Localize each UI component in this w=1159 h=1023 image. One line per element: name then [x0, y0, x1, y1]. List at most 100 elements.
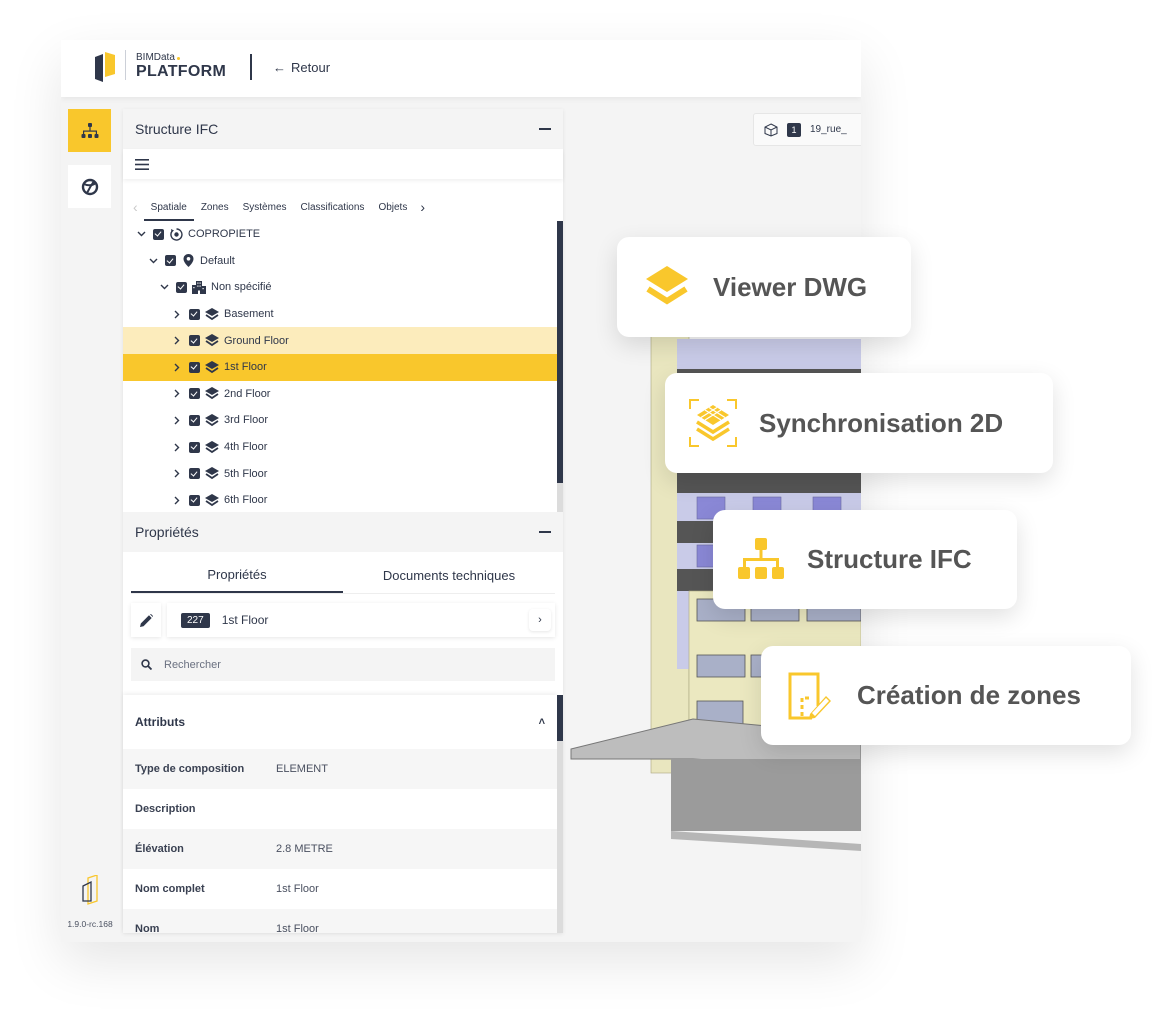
- app-window: BIMData PLATFORM ← Retour 1.9.0-rc.168 S…: [61, 40, 861, 942]
- chevron-down-icon[interactable]: [135, 231, 147, 237]
- visibility-checkbox[interactable]: [189, 308, 200, 320]
- chevron-down-icon[interactable]: [158, 284, 170, 290]
- chevron-right-icon[interactable]: [171, 389, 183, 398]
- feature-card-synchronisation-2d: Synchronisation 2D: [665, 373, 1053, 473]
- attribute-value: 2.8 METRE: [276, 843, 333, 855]
- properties-tabs: Propriétés Documents techniques: [131, 558, 555, 594]
- structure-menu-row: [123, 149, 563, 179]
- spatial-tree: COPROPIETE Default Non spécifié Basement Gro…: [123, 221, 563, 512]
- tab-spatiale[interactable]: Spatiale: [143, 202, 194, 221]
- tree-item[interactable]: Basement: [123, 301, 563, 328]
- selected-element: 227 1st Floor ›: [167, 603, 555, 637]
- back-label: Retour: [291, 60, 331, 75]
- model-globe-icon: [81, 178, 98, 195]
- tab-proprietes[interactable]: Propriétés: [131, 558, 343, 593]
- tree-item[interactable]: 6th Floor: [123, 487, 563, 512]
- attribute-value: 1st Floor: [276, 883, 319, 895]
- tree-item[interactable]: 3rd Floor: [123, 407, 563, 434]
- tab-documents-techniques[interactable]: Documents techniques: [343, 558, 555, 593]
- tab-systemes[interactable]: Systèmes: [236, 202, 294, 221]
- tree-item[interactable]: 2nd Floor: [123, 381, 563, 408]
- hamburger-menu-icon[interactable]: [135, 158, 149, 170]
- structure-panel-title: Structure IFC: [135, 121, 219, 137]
- tab-objets[interactable]: Objets: [371, 202, 414, 221]
- attributes-header[interactable]: Attributs ˄: [123, 695, 557, 749]
- site-icon: [169, 227, 183, 241]
- tree-item[interactable]: 5th Floor: [123, 460, 563, 487]
- building-icon: [192, 280, 206, 294]
- visibility-checkbox[interactable]: [189, 388, 200, 400]
- visibility-checkbox[interactable]: [189, 361, 200, 373]
- attribute-row: Élévation 2.8 METRE: [123, 829, 557, 869]
- layers-icon: [205, 493, 219, 507]
- back-button[interactable]: ← Retour: [273, 60, 330, 75]
- location-pin-icon: [181, 254, 195, 268]
- tabs-scroll-left-icon[interactable]: ‹: [133, 199, 138, 221]
- pencil-icon: [139, 613, 153, 627]
- chevron-right-icon[interactable]: [171, 469, 183, 478]
- tree-item[interactable]: 1st Floor: [123, 353, 563, 381]
- tree-item[interactable]: COPROPIETE: [123, 221, 563, 248]
- feature-label: Structure IFC: [807, 544, 972, 574]
- attribute-key: Élévation: [135, 843, 184, 855]
- properties-search: [131, 648, 555, 681]
- visibility-checkbox[interactable]: [189, 468, 200, 480]
- attribute-row: Description: [123, 789, 557, 829]
- logo-divider: [125, 50, 126, 80]
- layers-icon: [205, 334, 219, 348]
- attribute-key: Type de composition: [135, 763, 245, 775]
- app-version: 1.9.0-rc.168: [67, 919, 113, 929]
- tree-item-label: Ground Floor: [224, 334, 289, 347]
- feature-label: Création de zones: [857, 680, 1081, 710]
- app-version-logo-icon: [82, 875, 98, 905]
- arrow-left-icon: ←: [273, 60, 286, 75]
- visibility-checkbox[interactable]: [189, 414, 200, 426]
- feature-label: Viewer DWG: [713, 271, 868, 302]
- brand-product: PLATFORM: [136, 63, 227, 80]
- collapse-properties-button[interactable]: [539, 531, 551, 533]
- tree-item-label: 1st Floor: [224, 361, 267, 374]
- visibility-checkbox[interactable]: [176, 281, 187, 293]
- header-divider: [250, 54, 252, 80]
- tree-item-label: 4th Floor: [224, 441, 268, 454]
- collapse-structure-button[interactable]: [539, 128, 551, 130]
- element-next-button[interactable]: ›: [529, 609, 551, 631]
- visibility-checkbox[interactable]: [165, 255, 176, 267]
- element-id-badge: 227: [181, 612, 210, 628]
- tab-classifications[interactable]: Classifications: [294, 202, 372, 221]
- chevron-down-icon[interactable]: [147, 258, 159, 264]
- attributes-title: Attributs: [135, 715, 185, 729]
- visibility-checkbox[interactable]: [189, 335, 200, 347]
- top-bar: BIMData PLATFORM ← Retour: [61, 40, 861, 97]
- zone-edit-icon: [787, 672, 835, 720]
- visibility-checkbox[interactable]: [153, 228, 164, 240]
- chevron-right-icon[interactable]: [171, 443, 183, 452]
- tab-zones[interactable]: Zones: [194, 202, 236, 221]
- chevron-right-icon[interactable]: [171, 336, 183, 345]
- tree-item[interactable]: Ground Floor: [123, 327, 563, 354]
- edit-button[interactable]: [131, 603, 161, 637]
- visibility-checkbox[interactable]: [189, 494, 200, 506]
- tree-item-label: 6th Floor: [224, 494, 268, 507]
- chevron-right-icon[interactable]: [171, 310, 183, 319]
- tree-item[interactable]: 4th Floor: [123, 434, 563, 461]
- tree-item-label: Default: [200, 254, 235, 267]
- chevron-right-icon[interactable]: [171, 363, 183, 372]
- tabs-scroll-right-icon[interactable]: ›: [420, 199, 425, 221]
- visibility-checkbox[interactable]: [189, 441, 200, 453]
- brand-name: BIMData: [136, 52, 180, 63]
- attribute-row: Type de composition ELEMENT: [123, 749, 557, 789]
- tree-item-label: COPROPIETE: [188, 228, 261, 241]
- structure-panel-header: Structure IFC: [123, 109, 563, 149]
- tree-item[interactable]: Default: [123, 248, 563, 275]
- tree-item-label: 3rd Floor: [224, 414, 269, 427]
- element-name: 1st Floor: [221, 613, 269, 627]
- sidebar-viewer-button[interactable]: [68, 165, 111, 208]
- tree-item[interactable]: Non spécifié: [123, 274, 563, 301]
- chevron-right-icon[interactable]: [171, 416, 183, 425]
- layers-icon: [205, 413, 219, 427]
- sidebar-structure-button[interactable]: [68, 109, 111, 152]
- chevron-right-icon[interactable]: [171, 496, 183, 505]
- layers-icon: [643, 263, 691, 311]
- properties-search-input[interactable]: [164, 658, 464, 671]
